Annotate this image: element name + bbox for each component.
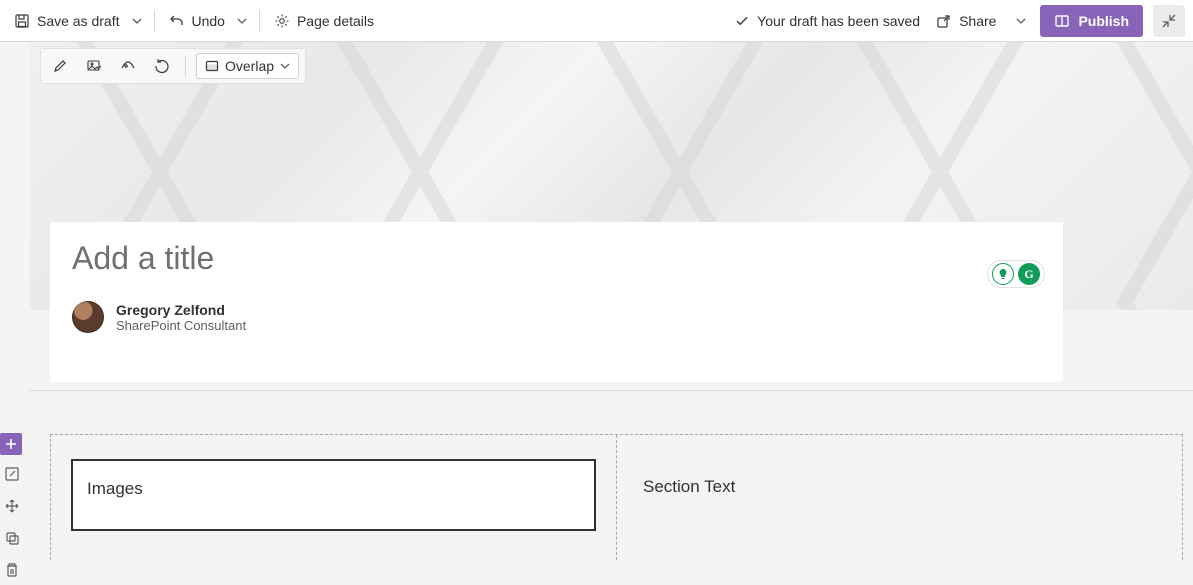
divider [154,10,155,32]
delete-section-icon[interactable] [2,560,22,580]
publish-label: Publish [1078,13,1129,29]
toolbar-divider [185,55,186,77]
grammarly-badge: G [1018,263,1040,285]
share-button[interactable]: Share [930,9,1002,33]
collapse-icon [1161,13,1177,29]
page-canvas: Overlap Add a title Gregory Zelfond Shar… [0,42,1193,585]
save-icon [14,13,30,29]
section-column-left[interactable]: Images [51,435,616,560]
page-section: Images Section Text [50,434,1183,560]
reset-icon[interactable] [149,53,175,79]
webpart-title: Section Text [643,477,735,496]
title-area: Add a title Gregory Zelfond SharePoint C… [50,222,1063,382]
page-details-label: Page details [297,13,374,29]
header-layout-dropdown[interactable]: Overlap [196,53,299,79]
page-title-input[interactable]: Add a title [72,240,1035,277]
image-edit-icon[interactable] [81,53,107,79]
page-details-button[interactable]: Page details [268,9,380,33]
command-bar: Save as draft Undo Page [0,0,1193,42]
add-section-button[interactable] [0,433,22,455]
layout-icon [205,59,219,73]
share-icon [936,13,952,29]
lightbulb-icon [992,263,1014,285]
publish-button[interactable]: Publish [1040,5,1143,37]
save-draft-button[interactable]: Save as draft [8,9,126,33]
save-draft-chevron[interactable] [128,9,146,33]
grammarly-widget[interactable]: G [987,260,1045,288]
share-label: Share [959,13,996,29]
section-rail [0,42,30,585]
undo-icon [169,13,185,29]
panel-icon [1054,13,1070,29]
undo-label: Undo [192,13,225,29]
divider [259,10,260,32]
section-column-right[interactable]: Section Text [616,435,1182,560]
save-draft-label: Save as draft [37,13,120,29]
duplicate-section-icon[interactable] [2,528,22,548]
chevron-down-icon [280,61,290,71]
webpart-images[interactable]: Images [71,459,596,531]
header-toolbar: Overlap [40,48,306,84]
webpart-section-text[interactable]: Section Text [637,459,1162,497]
undo-chevron[interactable] [233,9,251,33]
header-layout-label: Overlap [225,58,274,74]
save-status: Your draft has been saved [735,13,920,29]
edit-pencil-icon[interactable] [47,53,73,79]
author-name: Gregory Zelfond [116,302,246,318]
undo-button[interactable]: Undo [163,9,231,33]
author-row: Gregory Zelfond SharePoint Consultant [72,301,1035,333]
avatar[interactable] [72,301,104,333]
save-status-text: Your draft has been saved [757,13,920,29]
edit-section-icon[interactable] [2,464,22,484]
author-role: SharePoint Consultant [116,318,246,333]
focal-point-icon[interactable] [115,53,141,79]
check-icon [735,14,749,28]
gear-icon [274,13,290,29]
move-section-icon[interactable] [2,496,22,516]
collapse-button[interactable] [1153,5,1185,37]
share-chevron[interactable] [1012,9,1030,33]
section-divider [30,390,1193,391]
webpart-title: Images [87,479,143,498]
